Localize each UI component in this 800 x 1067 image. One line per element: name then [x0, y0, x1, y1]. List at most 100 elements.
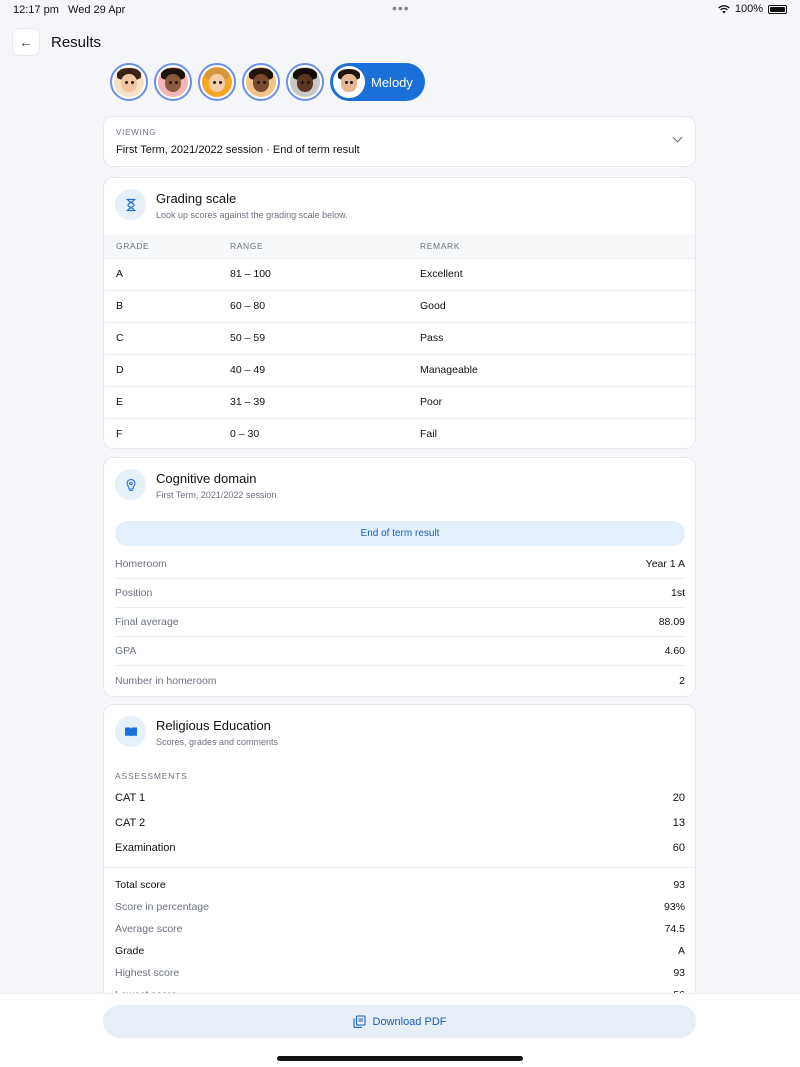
range-cell: 50 – 59: [230, 322, 420, 355]
score-summary: Total score 93 Score in percentage 93% Avera…: [115, 874, 685, 1006]
remark-cell: Excellent: [420, 258, 695, 291]
avatar: [290, 67, 320, 97]
student-avatar[interactable]: [154, 63, 192, 101]
stat-value: 2: [679, 674, 685, 687]
battery-icon: [768, 4, 787, 14]
stat-label: Final average: [115, 616, 179, 628]
table-row: B 60 – 80 Good: [104, 290, 695, 323]
summary-label: Grade: [115, 945, 145, 957]
assessment-label: Examination: [115, 841, 176, 854]
multitask-dots-icon[interactable]: •••: [392, 0, 410, 16]
column-header: REMARK: [420, 234, 695, 259]
assessment-score: 60: [672, 841, 685, 854]
column-header: RANGE: [230, 234, 420, 259]
summary-row: Total score 93: [115, 874, 685, 896]
card-header: Cognitive domain First Term, 2021/2022 s…: [104, 458, 695, 514]
remark-cell: Pass: [420, 322, 695, 355]
summary-label: Score in percentage: [115, 901, 209, 913]
table-header-row: GRADE RANGE REMARK: [104, 234, 695, 259]
download-pdf-button[interactable]: Download PDF: [103, 1005, 696, 1038]
stat-row: Final average 88.09: [115, 608, 685, 637]
stat-label: Homeroom: [115, 558, 167, 570]
wifi-icon: [718, 4, 730, 13]
divider: [104, 867, 695, 868]
assessments-list: CAT 1 20 CAT 2 13 Examination 60: [115, 785, 685, 860]
status-bar: 12:17 pm Wed 29 Apr ••• 100%: [0, 0, 800, 20]
avatar: [158, 67, 188, 97]
battery-percent: 100%: [734, 3, 763, 15]
table-row: D 40 – 49 Manageable: [104, 354, 695, 387]
card-header: Grading scale Look up scores against the…: [104, 178, 695, 234]
summary-row: Highest score 93: [115, 962, 685, 984]
assessment-row: CAT 1 20: [115, 785, 685, 810]
summary-row: Grade A: [115, 940, 685, 962]
stat-row: Homeroom Year 1 A: [115, 550, 685, 579]
remark-cell: Good: [420, 290, 695, 323]
summary-label: Total score: [115, 879, 166, 891]
stat-value: 1st: [670, 587, 685, 599]
assessment-label: CAT 1: [115, 791, 146, 804]
term-result-pill[interactable]: End of term result: [115, 521, 685, 546]
chevron-down-icon: [672, 132, 683, 143]
summary-value: 93: [673, 967, 685, 979]
range-cell: 40 – 49: [230, 354, 420, 387]
stat-label: Position: [115, 587, 153, 599]
card-header: Religious Education Scores, grades and c…: [104, 705, 695, 761]
grade-cell: F: [116, 428, 123, 441]
remark-cell: Manageable: [420, 354, 695, 387]
assessment-score: 20: [672, 791, 685, 804]
cognitive-domain-card: Cognitive domain First Term, 2021/2022 s…: [103, 457, 696, 697]
arrow-left-icon: ←: [19, 34, 33, 50]
student-avatar[interactable]: [198, 63, 236, 101]
summary-value: 93%: [663, 901, 685, 913]
table-row: F 0 – 30 Fail: [104, 418, 695, 448]
subject-card-religious-education: Religious Education Scores, grades and c…: [103, 704, 696, 1014]
column-header: GRADE: [104, 234, 230, 259]
stat-value: Year 1 A: [645, 558, 685, 570]
student-avatar[interactable]: [286, 63, 324, 101]
remark-cell: Fail: [420, 428, 437, 441]
viewing-value: First Term, 2021/2022 session · End of t…: [116, 144, 360, 156]
remark-cell: Poor: [420, 386, 695, 419]
card-title: Grading scale: [156, 191, 237, 206]
student-avatar[interactable]: [242, 63, 280, 101]
viewing-selector[interactable]: VIEWING First Term, 2021/2022 session · …: [103, 116, 696, 167]
grading-table: GRADE RANGE REMARK A 81 – 100 Excellent B 60…: [104, 234, 695, 448]
range-cell: 81 – 100: [230, 258, 420, 291]
page-title: Results: [51, 33, 102, 51]
stat-row: Number in homeroom 2: [115, 666, 685, 695]
selected-student-chip[interactable]: Melody: [330, 63, 425, 101]
avatar: [202, 67, 232, 97]
book-icon: [115, 716, 146, 747]
viewing-label: VIEWING: [116, 128, 157, 137]
assessment-score: 13: [672, 816, 685, 829]
grade-cell: E: [104, 386, 230, 419]
brain-icon: [115, 469, 146, 500]
range-cell: 60 – 80: [230, 290, 420, 323]
range-cell: 0 – 30: [230, 428, 260, 441]
summary-value: 74.5: [664, 923, 685, 935]
back-button[interactable]: ←: [12, 28, 40, 56]
student-switcher: Melody: [110, 63, 425, 101]
table-row: E 31 – 39 Poor: [104, 386, 695, 419]
stat-value: 4.60: [664, 645, 685, 657]
student-avatar[interactable]: [110, 63, 148, 101]
header: ← Results: [12, 28, 101, 56]
card-subtitle: First Term, 2021/2022 session: [156, 490, 277, 500]
assessments-label: ASSESSMENTS: [115, 771, 188, 781]
stat-row: GPA 4.60: [115, 637, 685, 666]
grade-cell: A: [104, 258, 230, 291]
home-indicator[interactable]: [277, 1056, 523, 1061]
document-icon: [352, 1015, 366, 1028]
summary-label: Highest score: [115, 967, 180, 979]
avatar: [333, 66, 365, 98]
download-pdf-label: Download PDF: [372, 1015, 447, 1028]
grade-cell: B: [104, 290, 230, 323]
assessment-row: Examination 60: [115, 835, 685, 860]
stat-row: Position 1st: [115, 579, 685, 608]
status-time: 12:17 pm Wed 29 Apr: [13, 4, 126, 16]
card-subtitle: Look up scores against the grading scale…: [156, 210, 348, 220]
card-title: Cognitive domain: [156, 471, 257, 486]
stat-label: GPA: [115, 645, 137, 657]
summary-row: Score in percentage 93%: [115, 896, 685, 918]
